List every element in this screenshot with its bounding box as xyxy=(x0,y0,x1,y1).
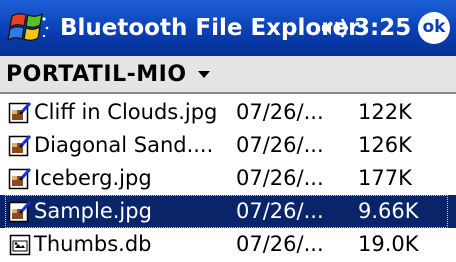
file-list: Cliff in Clouds.jpg 07/26/... 122K Diagonal… xyxy=(0,96,456,261)
app-title: Bluetooth File Explorer xyxy=(60,15,360,41)
ok-button[interactable]: ok xyxy=(418,12,450,44)
device-name[interactable]: PORTATIL-MIO xyxy=(6,56,187,94)
db-file-icon xyxy=(8,233,32,257)
file-name: Sample.jpg xyxy=(34,199,152,223)
file-row[interactable]: Thumbs.db 07/26/... 19.0K xyxy=(0,228,456,261)
file-size: 19.0K xyxy=(358,232,419,256)
file-name: Cliff in Clouds.jpg xyxy=(34,100,218,124)
device-bar[interactable]: PORTATIL-MIO xyxy=(0,56,456,94)
windows-flag-icon[interactable] xyxy=(6,6,52,50)
image-file-icon xyxy=(8,134,32,158)
file-size: 9.66K xyxy=(358,199,419,223)
speaker-icon[interactable] xyxy=(320,16,350,40)
file-date: 07/26/... xyxy=(236,100,324,124)
file-date: 07/26/... xyxy=(236,133,324,157)
image-file-icon xyxy=(8,167,32,191)
file-size: 126K xyxy=(358,133,412,157)
clock[interactable]: 3:25 xyxy=(354,0,411,56)
file-row[interactable]: Iceberg.jpg 07/26/... 177K xyxy=(0,162,456,195)
file-name: Iceberg.jpg xyxy=(34,166,152,190)
chevron-down-icon[interactable] xyxy=(198,71,210,78)
file-date: 07/26/... xyxy=(236,166,324,190)
file-row[interactable]: Sample.jpg 07/26/... 9.66K xyxy=(0,195,456,228)
file-name: Thumbs.db xyxy=(34,232,152,256)
image-file-icon xyxy=(8,200,32,224)
pocketpc-screen: Bluetooth File Explorer 3:25 ok PORTATIL… xyxy=(0,0,456,262)
file-row[interactable]: Cliff in Clouds.jpg 07/26/... 122K xyxy=(0,96,456,129)
file-row[interactable]: Diagonal Sand.... 07/26/... 126K xyxy=(0,129,456,162)
file-size: 177K xyxy=(358,166,412,190)
title-bar: Bluetooth File Explorer 3:25 ok xyxy=(0,0,456,56)
file-date: 07/26/... xyxy=(236,232,324,256)
file-size: 122K xyxy=(358,100,412,124)
image-file-icon xyxy=(8,101,32,125)
file-date: 07/26/... xyxy=(236,199,324,223)
file-name: Diagonal Sand.... xyxy=(34,133,214,157)
